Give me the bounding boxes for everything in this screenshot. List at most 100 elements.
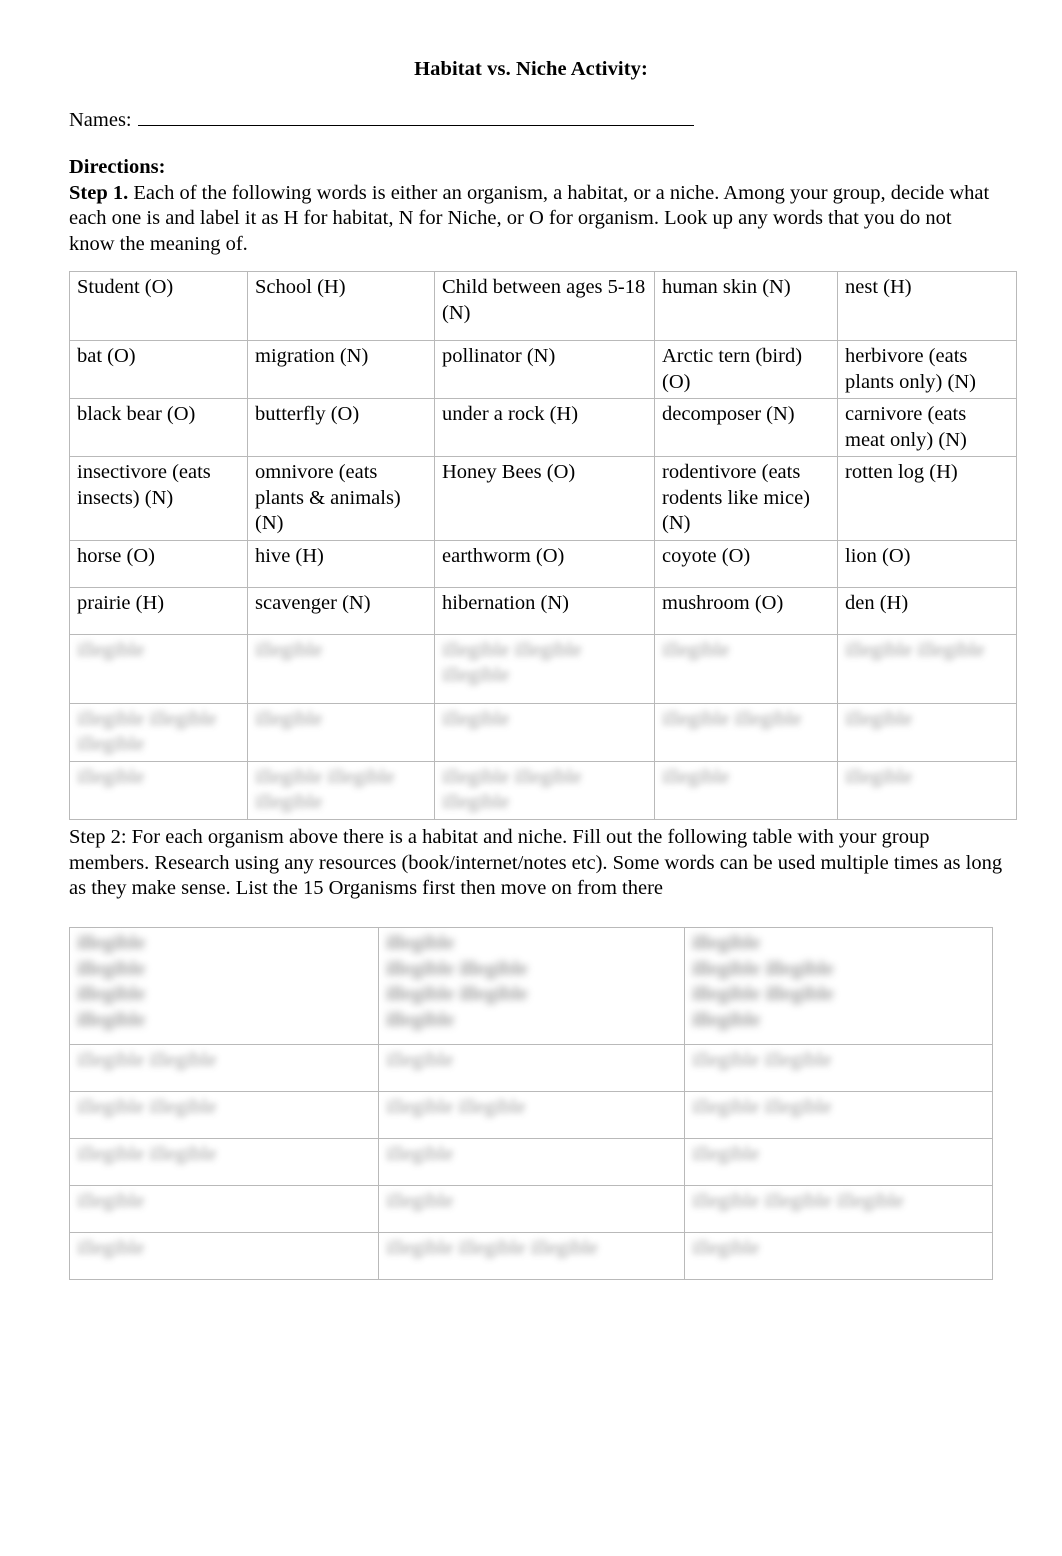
- table-row: illegible illegible illegible illegible il…: [69, 1091, 993, 1139]
- table-row: illegible illegible illegible illegible il…: [69, 633, 1017, 704]
- word-label: black bear (O): [77, 403, 196, 425]
- word-label: herbivore (eats plants only) (N): [845, 345, 976, 393]
- organism-cell[interactable]: illegible: [69, 1232, 379, 1280]
- organism-cell[interactable]: illegible: [69, 1185, 379, 1233]
- word-cell[interactable]: illegible: [69, 633, 248, 704]
- word-cell[interactable]: illegible: [69, 760, 248, 820]
- redacted-text: illegible illegible illegible: [77, 707, 217, 756]
- word-cell[interactable]: rotten log (H): [837, 456, 1017, 541]
- word-cell[interactable]: illegible: [247, 633, 435, 704]
- word-cell[interactable]: nest (H): [837, 271, 1017, 341]
- word-cell[interactable]: herbivore (eats plants only) (N): [837, 340, 1017, 399]
- redacted-text: illegible illegible illegible illegible …: [692, 932, 834, 1031]
- word-label: insectivore (eats insects) (N): [77, 461, 211, 509]
- table-row: illegible illegible illegible illegible il…: [69, 1044, 993, 1092]
- organism-cell[interactable]: illegible illegible illegible: [684, 1185, 993, 1233]
- column-header: illegible illegible illegible illegible …: [378, 927, 685, 1045]
- names-row: Names:: [69, 106, 769, 134]
- organism-cell[interactable]: illegible illegible: [69, 1138, 379, 1186]
- word-cell[interactable]: Honey Bees (O): [434, 456, 655, 541]
- word-cell[interactable]: Student (O): [69, 271, 248, 341]
- word-label: nest (H): [845, 276, 912, 298]
- redacted-text: illegible illegible illegible: [442, 765, 582, 814]
- word-cell[interactable]: earthworm (O): [434, 539, 655, 588]
- redacted-text: illegible illegible: [77, 1049, 217, 1071]
- organism-cell[interactable]: illegible illegible: [69, 1091, 379, 1139]
- word-cell[interactable]: migration (N): [247, 340, 435, 399]
- word-cell[interactable]: illegible illegible illegible: [434, 760, 655, 820]
- redacted-text: illegible: [255, 638, 323, 661]
- redacted-text: illegible illegible: [77, 1096, 217, 1118]
- redacted-text: illegible illegible illegible illegible …: [386, 932, 528, 1031]
- organism-cell[interactable]: illegible illegible: [69, 1044, 379, 1092]
- word-cell[interactable]: under a rock (H): [434, 398, 655, 457]
- names-blank-line[interactable]: [137, 106, 694, 126]
- word-cell[interactable]: illegible: [247, 702, 435, 762]
- organism-cell[interactable]: illegible: [684, 1138, 993, 1186]
- redacted-text: illegible: [77, 765, 145, 788]
- word-cell[interactable]: hive (H): [247, 539, 435, 588]
- word-label: Student (O): [77, 276, 174, 298]
- worksheet-page: Habitat vs. Niche Activity: Names: Direc…: [0, 0, 1062, 1556]
- word-cell[interactable]: insectivore (eats insects) (N): [69, 456, 248, 541]
- word-cell[interactable]: carnivore (eats meat only) (N): [837, 398, 1017, 457]
- word-cell[interactable]: decomposer (N): [654, 398, 838, 457]
- redacted-text: illegible illegible illegible: [442, 638, 582, 687]
- organism-cell[interactable]: illegible: [378, 1185, 685, 1233]
- redacted-text: illegible illegible: [845, 638, 985, 661]
- word-cell[interactable]: illegible illegible illegible: [69, 702, 248, 762]
- table-row: horse (O) hive (H) earthworm (O) coyote (O)…: [69, 539, 1017, 588]
- word-cell[interactable]: pollinator (N): [434, 340, 655, 399]
- word-cell[interactable]: hibernation (N): [434, 586, 655, 635]
- word-cell[interactable]: rodentivore (eats rodents like mice) (N): [654, 456, 838, 541]
- word-cell[interactable]: scavenger (N): [247, 586, 435, 635]
- organism-cell[interactable]: illegible illegible illegible: [378, 1232, 685, 1280]
- word-cell[interactable]: prairie (H): [69, 586, 248, 635]
- organism-cell[interactable]: illegible: [378, 1138, 685, 1186]
- redacted-text: illegible: [845, 765, 913, 788]
- word-cell[interactable]: illegible: [837, 702, 1017, 762]
- word-cell[interactable]: coyote (O): [654, 539, 838, 588]
- word-cell[interactable]: School (H): [247, 271, 435, 341]
- redacted-text: illegible: [255, 707, 323, 730]
- organism-cell[interactable]: illegible illegible: [684, 1044, 993, 1092]
- word-cell[interactable]: Arctic tern (bird) (O): [654, 340, 838, 399]
- word-cell[interactable]: omnivore (eats plants & animals) (N): [247, 456, 435, 541]
- redacted-text: illegible illegible: [77, 1143, 217, 1165]
- organism-cell[interactable]: illegible: [378, 1044, 685, 1092]
- redacted-text: illegible: [77, 1190, 145, 1212]
- word-cell[interactable]: black bear (O): [69, 398, 248, 457]
- word-cell[interactable]: Child between ages 5-18 (N): [434, 271, 655, 341]
- table-row: black bear (O) butterfly (O) under a rock …: [69, 398, 1017, 457]
- redacted-text: illegible: [692, 1237, 760, 1259]
- word-label: prairie (H): [77, 591, 165, 614]
- word-cell[interactable]: illegible illegible: [654, 702, 838, 762]
- word-cell[interactable]: illegible illegible illegible: [434, 633, 655, 704]
- word-cell[interactable]: illegible illegible: [837, 633, 1017, 704]
- word-cell[interactable]: illegible: [837, 760, 1017, 820]
- word-cell[interactable]: lion (O): [837, 539, 1017, 588]
- word-cell[interactable]: human skin (N): [654, 271, 838, 341]
- redacted-text: illegible: [77, 1237, 145, 1259]
- word-label: carnivore (eats meat only) (N): [845, 403, 967, 451]
- organism-cell[interactable]: illegible: [684, 1232, 993, 1280]
- word-cell[interactable]: mushroom (O): [654, 586, 838, 635]
- redacted-text: illegible illegible illegible: [692, 1190, 904, 1212]
- step1-text: Each of the following words is either an…: [69, 181, 990, 255]
- word-cell[interactable]: illegible: [654, 633, 838, 704]
- organism-cell[interactable]: illegible illegible: [378, 1091, 685, 1139]
- organism-cell[interactable]: illegible illegible: [684, 1091, 993, 1139]
- word-cell[interactable]: horse (O): [69, 539, 248, 588]
- word-cell[interactable]: butterfly (O): [247, 398, 435, 457]
- word-cell[interactable]: illegible: [434, 702, 655, 762]
- word-cell[interactable]: illegible: [654, 760, 838, 820]
- word-label: migration (N): [255, 345, 369, 367]
- column-header: illegible illegible illegible illegible …: [684, 927, 993, 1045]
- redacted-text: illegible: [386, 1190, 454, 1212]
- word-cell[interactable]: den (H): [837, 586, 1017, 635]
- word-cell[interactable]: bat (O): [69, 340, 248, 399]
- table-row: illegible illegible illegible illegible il…: [69, 1232, 993, 1280]
- word-label: mushroom (O): [662, 591, 784, 614]
- word-cell[interactable]: illegible illegible illegible: [247, 760, 435, 820]
- redacted-text: illegible illegible: [386, 1096, 526, 1118]
